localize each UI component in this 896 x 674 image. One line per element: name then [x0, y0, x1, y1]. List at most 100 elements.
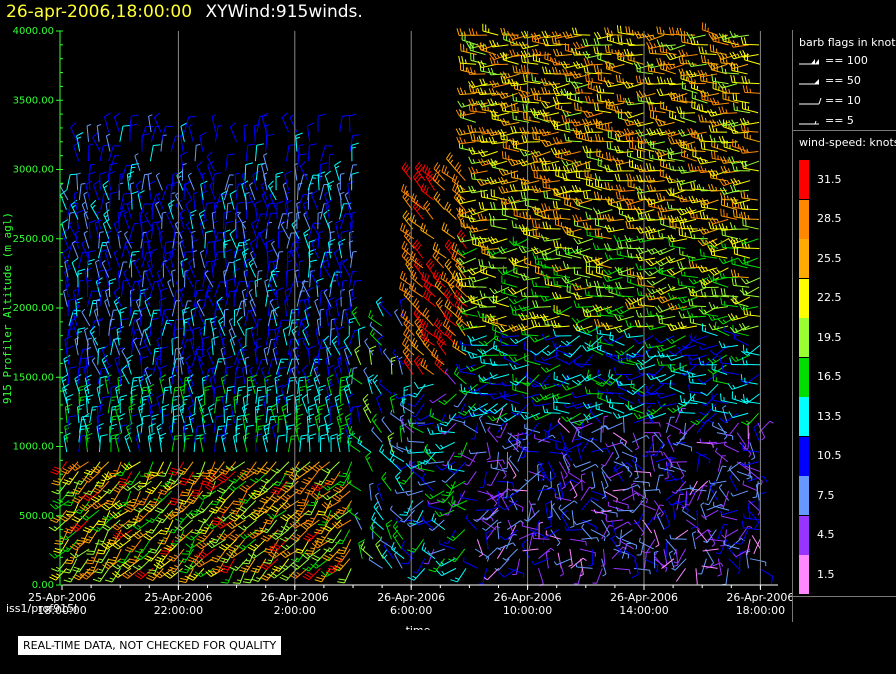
wind-barb — [68, 221, 78, 239]
wind-barb — [540, 78, 561, 86]
wind-barb — [711, 421, 728, 434]
wind-barb — [350, 251, 357, 268]
wind-barb — [468, 449, 487, 455]
wind-barb — [710, 62, 727, 75]
wind-barb — [704, 490, 718, 506]
wind-barb — [478, 403, 497, 414]
wind-barb — [289, 114, 298, 133]
wind-barb — [685, 206, 706, 215]
wind-barb — [581, 325, 602, 335]
wind-barb — [95, 277, 103, 298]
flag-50-row: == 50 — [797, 74, 896, 90]
wind-barb — [663, 510, 671, 530]
wind-barb — [539, 382, 560, 390]
wind-barb — [369, 321, 383, 337]
wind-barb — [107, 396, 119, 414]
wind-barb — [194, 425, 205, 443]
wind-barb — [214, 125, 223, 142]
x-tick-date: 26-Apr-2006 — [494, 591, 562, 604]
wind-barb — [714, 447, 729, 463]
wind-barb — [371, 512, 384, 530]
wind-barb — [673, 548, 679, 567]
wind-barb — [196, 160, 205, 181]
x-tick-date: 26-Apr-2006 — [377, 591, 445, 604]
wind-barb — [709, 134, 729, 143]
wind-barb — [126, 354, 133, 375]
wind-barb — [729, 30, 749, 39]
wind-barb — [615, 184, 635, 193]
wind-barb — [635, 90, 656, 99]
wind-barb — [318, 424, 327, 443]
wind-barb — [148, 114, 153, 133]
colorbar-swatch — [799, 239, 809, 278]
wind-barb — [348, 367, 363, 385]
wind-barb — [463, 420, 478, 434]
wind-barb — [190, 306, 198, 327]
wind-barb — [92, 337, 100, 356]
wind-barb — [248, 289, 256, 307]
wind-barb — [615, 191, 634, 201]
wind-barb — [655, 391, 676, 399]
wind-barb — [185, 199, 193, 220]
wind-barb — [465, 364, 486, 372]
wind-barb — [559, 479, 578, 492]
wind-barb — [266, 212, 278, 230]
wind-barb — [520, 272, 540, 281]
wind-barb — [262, 393, 270, 414]
wind-barb — [623, 197, 644, 206]
wind-barb — [518, 304, 539, 312]
wind-barb — [250, 306, 258, 327]
wind-barb — [604, 79, 625, 88]
wind-barb — [708, 267, 729, 276]
wind-barb — [562, 260, 582, 269]
wind-barb — [188, 413, 196, 433]
colorbar-swatch — [799, 318, 809, 357]
wind-barb — [319, 259, 329, 278]
wind-barb — [708, 124, 728, 133]
wind-barb — [114, 432, 122, 453]
wind-barb — [602, 415, 609, 433]
wind-barb — [420, 358, 435, 375]
wind-barb — [436, 490, 455, 504]
wind-barb — [666, 434, 675, 453]
colorbar-swatch — [799, 199, 809, 239]
wind-barb — [85, 180, 93, 201]
wind-barb — [636, 539, 645, 556]
wind-barb — [717, 558, 722, 577]
wind-barb — [742, 218, 759, 230]
wind-barb — [668, 162, 687, 172]
colorbar-label: 10.5 — [817, 449, 842, 463]
wind-barb — [619, 437, 633, 453]
wind-barb — [525, 369, 541, 385]
wind-barb — [615, 74, 634, 85]
wind-barb — [478, 415, 487, 433]
wind-barb — [503, 391, 520, 405]
wind-barb — [171, 434, 182, 453]
wind-barb — [241, 288, 247, 307]
y-tick-label: 500.00 — [19, 511, 54, 522]
y-tick-label: 1000.00 — [13, 442, 54, 453]
wind-barb — [345, 374, 353, 395]
wind-barb — [721, 568, 729, 586]
wind-barb — [212, 172, 222, 191]
wind-barb — [255, 414, 265, 433]
wind-barb — [571, 315, 592, 324]
wind-barb — [98, 434, 108, 453]
wind-barb — [531, 319, 550, 328]
wind-barb — [267, 358, 280, 375]
wind-barb — [625, 26, 643, 36]
wind-barb — [759, 567, 774, 584]
wind-barb — [615, 529, 633, 540]
wind-barb — [244, 162, 253, 181]
flag-100-icon — [799, 59, 819, 65]
wind-barb — [181, 339, 191, 356]
wind-barb — [90, 199, 100, 220]
wind-barb — [456, 229, 467, 249]
wind-barb — [655, 474, 664, 491]
wind-barb — [185, 529, 205, 541]
wind-barb — [646, 184, 666, 193]
wind-barb — [149, 248, 158, 268]
wind-barb — [453, 442, 468, 458]
wind-barb — [209, 316, 218, 336]
wind-barb — [217, 480, 235, 494]
